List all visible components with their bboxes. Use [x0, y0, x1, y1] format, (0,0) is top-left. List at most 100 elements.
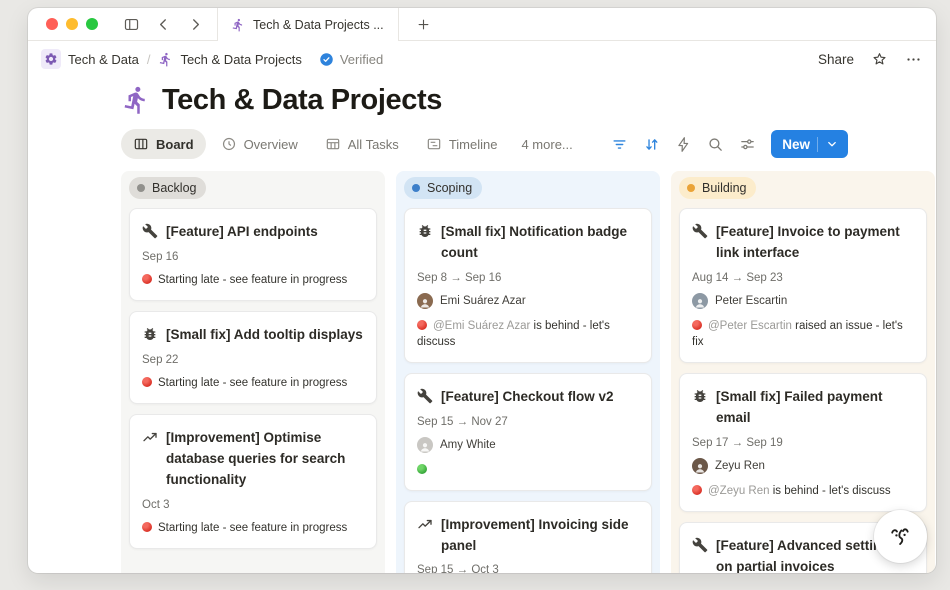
- person-icon: [419, 441, 431, 453]
- favorite-star-icon[interactable]: [871, 51, 888, 68]
- column-building-header[interactable]: Building: [679, 177, 756, 199]
- topbar-actions: Share: [818, 51, 922, 68]
- minimize-window-button[interactable]: [66, 18, 78, 30]
- bug-icon: [417, 223, 433, 239]
- back-icon[interactable]: [155, 16, 172, 33]
- nav-controls: [110, 8, 217, 40]
- browser-tab[interactable]: Tech & Data Projects ...: [217, 8, 399, 41]
- chevron-down-icon: [825, 137, 839, 151]
- plus-icon: [416, 17, 431, 32]
- tab-overview[interactable]: Overview: [209, 129, 310, 159]
- card-optimise-database-queries[interactable]: [Improvement] Optimise database queries …: [129, 414, 377, 549]
- tab-all-tasks-label: All Tasks: [348, 137, 399, 152]
- card-date: Sep 22: [142, 354, 364, 366]
- red-status-dot-icon: [142, 522, 152, 532]
- status-mention: @Peter Escartin: [708, 320, 792, 332]
- forward-icon[interactable]: [187, 16, 204, 33]
- gear-icon: [41, 49, 61, 69]
- column-backlog-header[interactable]: Backlog: [129, 177, 206, 199]
- card-title: [Improvement] Invoicing side panel: [441, 514, 639, 556]
- kanban-board: Backlog [Feature] API endpoints Sep 16 S…: [121, 171, 936, 573]
- new-tab-button[interactable]: [399, 8, 431, 40]
- verified-label: Verified: [340, 52, 383, 67]
- card-status-text: Starting late - see feature in progress: [158, 522, 347, 534]
- ai-assistant-button[interactable]: [874, 510, 927, 563]
- card-api-endpoints[interactable]: [Feature] API endpoints Sep 16 Starting …: [129, 208, 377, 301]
- status-mention: @Emi Suárez Azar: [433, 320, 530, 332]
- card-status: @Peter Escartin raised an issue - let's …: [692, 318, 914, 350]
- card-title: [Small fix] Add tooltip displays: [166, 324, 363, 345]
- tab-timeline[interactable]: Timeline: [414, 129, 510, 159]
- red-status-dot-icon: [142, 274, 152, 284]
- runner-icon: [158, 52, 173, 67]
- close-window-button[interactable]: [46, 18, 58, 30]
- card-invoice-to-payment-link[interactable]: [Feature] Invoice to payment link interf…: [679, 208, 927, 363]
- timeline-icon: [426, 136, 442, 152]
- card-date: Sep 16: [142, 251, 364, 263]
- card-status: Starting late - see feature in progress: [142, 375, 364, 391]
- card-status: @Emi Suárez Azar is behind - let's discu…: [417, 318, 639, 350]
- more-options-icon[interactable]: [905, 51, 922, 68]
- sort-icon[interactable]: [639, 132, 663, 156]
- breadcrumb-workspace-label: Tech & Data: [68, 52, 139, 67]
- card-date: Sep 15 → Oct 3: [417, 564, 639, 573]
- page-title: Tech & Data Projects: [162, 83, 442, 117]
- person-icon: [419, 297, 431, 309]
- ai-face-icon: [887, 523, 914, 550]
- column-scoping-header[interactable]: Scoping: [404, 177, 482, 199]
- tab-title: Tech & Data Projects ...: [253, 18, 384, 32]
- column-scoping-label: Scoping: [427, 181, 472, 195]
- breadcrumb-page[interactable]: Tech & Data Projects: [153, 49, 306, 70]
- card-notification-badge-count[interactable]: [Small fix] Notification badge count Sep…: [404, 208, 652, 363]
- page-icon-runner[interactable]: [121, 85, 151, 115]
- new-button[interactable]: New: [771, 130, 848, 158]
- share-button[interactable]: Share: [818, 52, 854, 67]
- tab-board[interactable]: Board: [121, 129, 206, 159]
- browser-tab-bar: Tech & Data Projects ...: [28, 8, 936, 41]
- wrench-icon: [692, 223, 708, 239]
- runner-icon: [231, 18, 245, 32]
- wrench-icon: [142, 223, 158, 239]
- automation-bolt-icon[interactable]: [671, 132, 695, 156]
- chart-trend-icon: [417, 516, 433, 532]
- sidebar-toggle-icon[interactable]: [123, 16, 140, 33]
- red-status-dot-icon: [692, 320, 702, 330]
- more-views-button[interactable]: 4 more...: [521, 137, 572, 152]
- table-icon: [325, 136, 341, 152]
- search-icon[interactable]: [703, 132, 727, 156]
- filter-icon[interactable]: [607, 132, 631, 156]
- overview-icon: [221, 136, 237, 152]
- card-failed-payment-email[interactable]: [Small fix] Failed payment email Sep 17 …: [679, 373, 927, 512]
- breadcrumb-workspace[interactable]: Tech & Data: [36, 46, 144, 72]
- status-dot-icon: [137, 184, 145, 192]
- bug-icon: [142, 326, 158, 342]
- column-backlog: Backlog [Feature] API endpoints Sep 16 S…: [121, 171, 385, 573]
- green-status-dot-icon: [417, 464, 427, 474]
- card-date: Aug 14 → Sep 23: [692, 272, 914, 284]
- card-status: Starting late - see feature in progress: [142, 520, 364, 536]
- board-icon: [133, 136, 149, 152]
- card-invoicing-side-panel[interactable]: [Improvement] Invoicing side panel Sep 1…: [404, 501, 652, 573]
- card-checkout-flow-v2[interactable]: [Feature] Checkout flow v2 Sep 15 → Nov …: [404, 373, 652, 491]
- assignee-name: Emi Suárez Azar: [440, 295, 526, 307]
- bug-icon: [692, 388, 708, 404]
- card-title: [Feature] Checkout flow v2: [441, 386, 614, 407]
- card-assignee: Peter Escartin: [692, 293, 914, 309]
- settings-sliders-icon[interactable]: [735, 132, 759, 156]
- tab-all-tasks[interactable]: All Tasks: [313, 129, 411, 159]
- tab-timeline-label: Timeline: [449, 137, 498, 152]
- verified-badge[interactable]: Verified: [319, 52, 383, 67]
- card-title: [Small fix] Failed payment email: [716, 386, 914, 428]
- avatar: [417, 437, 433, 453]
- card-date: Sep 8 → Sep 16: [417, 272, 639, 284]
- column-backlog-cards: [Feature] API endpoints Sep 16 Starting …: [129, 208, 377, 549]
- card-assignee: Amy White: [417, 437, 639, 453]
- card-title: [Small fix] Notification badge count: [441, 221, 639, 263]
- red-status-dot-icon: [142, 377, 152, 387]
- verified-check-icon: [319, 52, 334, 67]
- wrench-icon: [692, 537, 708, 553]
- card-add-tooltip-displays[interactable]: [Small fix] Add tooltip displays Sep 22 …: [129, 311, 377, 404]
- zoom-window-button[interactable]: [86, 18, 98, 30]
- breadcrumb-page-label: Tech & Data Projects: [180, 52, 301, 67]
- card-date: Oct 3: [142, 499, 364, 511]
